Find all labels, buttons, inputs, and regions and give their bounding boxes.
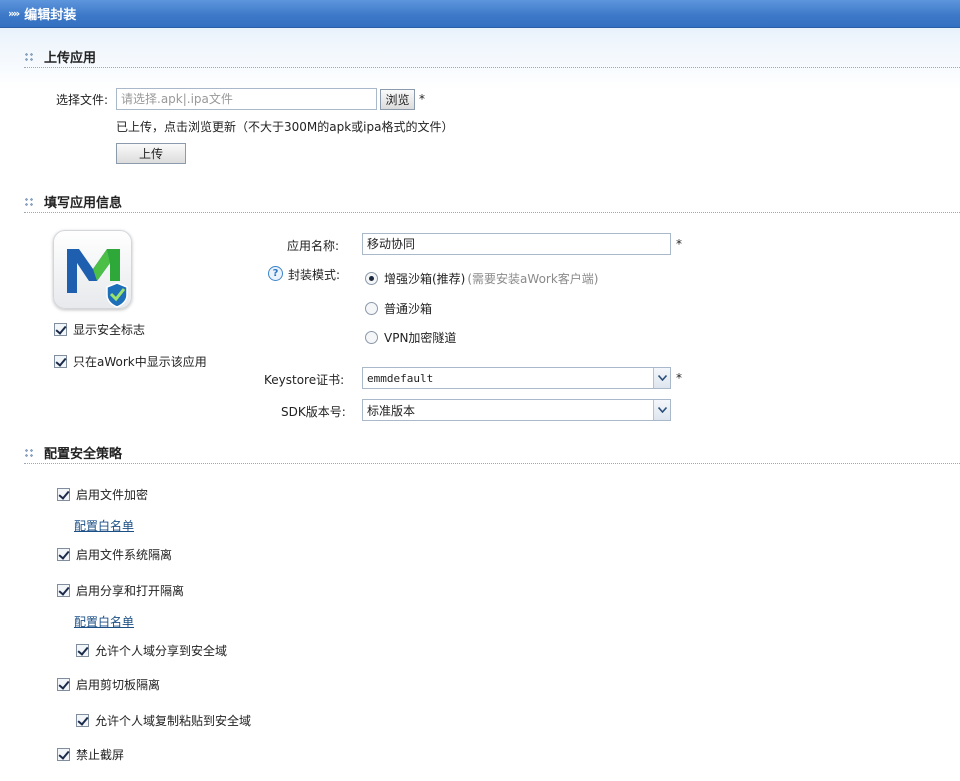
app-m-logo-icon xyxy=(53,230,132,309)
upload-status-text: 已上传，点击浏览更新（不大于300M的apk或ipa格式的文件） xyxy=(116,120,454,134)
browse-button[interactable]: 浏览 xyxy=(380,89,415,110)
file-input[interactable]: 请选择.apk|.ipa文件 xyxy=(116,88,377,110)
double-chevron-icon: »» xyxy=(8,7,20,20)
file-required-mark: * xyxy=(419,92,425,106)
mode-option-enhanced-sandbox[interactable]: 增强沙箱(推荐) (需要安装aWork客户端) xyxy=(365,270,598,287)
section-info-title: 填写应用信息 xyxy=(44,196,123,211)
app-name-input[interactable]: 移动协同 xyxy=(362,233,671,255)
allow-paste-checkbox[interactable] xyxy=(76,714,89,727)
allow-share-label: 允许个人域分享到安全域 xyxy=(95,644,228,658)
whitelist-link-encrypt[interactable]: 配置白名单 xyxy=(74,517,134,534)
allow-paste-label: 允许个人域复制粘贴到安全域 xyxy=(95,714,252,728)
app-name-label: 应用名称: xyxy=(287,239,340,253)
fs-isolation-option[interactable]: 启用文件系统隔离 xyxy=(57,546,172,563)
fs-isolation-label: 启用文件系统隔离 xyxy=(76,548,173,562)
section-grip-icon xyxy=(24,51,34,62)
sdk-version-select[interactable]: 标准版本 xyxy=(362,399,671,421)
mode-label-enhanced-sandbox: 增强沙箱(推荐) xyxy=(384,272,466,286)
window-titlebar: »» 编辑封装 xyxy=(0,0,960,28)
section-security-title: 配置安全策略 xyxy=(44,447,123,462)
share-isolation-label: 启用分享和打开隔离 xyxy=(76,584,185,598)
clipboard-isolation-checkbox[interactable] xyxy=(57,678,70,691)
keystore-selected-value: emmdefault xyxy=(367,371,434,385)
section-upload-title: 上传应用 xyxy=(44,51,97,66)
mode-radio-normal-sandbox[interactable] xyxy=(365,302,378,315)
whitelist-link-share[interactable]: 配置白名单 xyxy=(74,613,134,630)
section-security-header: 配置安全策略 xyxy=(24,442,960,464)
share-isolation-option[interactable]: 启用分享和打开隔离 xyxy=(57,582,184,599)
section-grip-icon xyxy=(24,447,34,458)
chevron-down-icon[interactable] xyxy=(653,400,670,420)
help-icon[interactable]: ? xyxy=(268,266,283,281)
show-security-badge-option[interactable]: 显示安全标志 xyxy=(54,321,145,338)
mode-hint-enhanced-sandbox: (需要安装aWork客户端) xyxy=(467,272,599,286)
package-mode-label: 封装模式: xyxy=(288,268,341,282)
file-encrypt-checkbox[interactable] xyxy=(57,488,70,501)
chevron-down-icon[interactable] xyxy=(653,368,670,388)
show-only-in-awork-label: 只在aWork中显示该应用 xyxy=(73,355,207,369)
keystore-label: Keystore证书: xyxy=(264,373,345,387)
upload-button[interactable]: 上传 xyxy=(116,143,186,164)
file-encrypt-label: 启用文件加密 xyxy=(76,488,149,502)
mode-radio-enhanced-sandbox[interactable] xyxy=(365,272,378,285)
sdk-version-selected-value: 标准版本 xyxy=(367,403,416,418)
app-name-required-mark: * xyxy=(676,237,682,251)
mode-option-vpn-tunnel[interactable]: VPN加密隧道 xyxy=(365,329,456,346)
fs-isolation-checkbox[interactable] xyxy=(57,548,70,561)
allow-paste-option[interactable]: 允许个人域复制粘贴到安全域 xyxy=(76,712,251,729)
sdk-version-label: SDK版本号: xyxy=(281,405,346,419)
allow-share-option[interactable]: 允许个人域分享到安全域 xyxy=(76,642,227,659)
file-label: 选择文件: xyxy=(56,93,109,107)
mode-radio-vpn-tunnel[interactable] xyxy=(365,331,378,344)
window-title: 编辑封装 xyxy=(24,8,77,23)
mode-option-normal-sandbox[interactable]: 普通沙箱 xyxy=(365,300,432,317)
no-screenshot-checkbox[interactable] xyxy=(57,748,70,761)
file-encrypt-option[interactable]: 启用文件加密 xyxy=(57,486,148,503)
show-only-in-awork-checkbox[interactable] xyxy=(54,355,67,368)
section-grip-icon xyxy=(24,196,34,207)
mode-label-normal-sandbox: 普通沙箱 xyxy=(384,302,433,316)
clipboard-isolation-label: 启用剪切板隔离 xyxy=(76,678,161,692)
share-isolation-checkbox[interactable] xyxy=(57,584,70,597)
section-info-header: 填写应用信息 xyxy=(24,191,960,213)
clipboard-isolation-option[interactable]: 启用剪切板隔离 xyxy=(57,676,160,693)
mode-label-vpn-tunnel: VPN加密隧道 xyxy=(384,331,457,345)
keystore-select[interactable]: emmdefault xyxy=(362,367,671,389)
allow-share-checkbox[interactable] xyxy=(76,644,89,657)
show-only-in-awork-option[interactable]: 只在aWork中显示该应用 xyxy=(54,353,207,370)
no-screenshot-option[interactable]: 禁止截屏 xyxy=(57,746,124,763)
show-security-badge-checkbox[interactable] xyxy=(54,323,67,336)
show-security-badge-label: 显示安全标志 xyxy=(73,323,146,337)
keystore-required-mark: * xyxy=(676,371,682,385)
section-upload-header: 上传应用 xyxy=(24,46,960,68)
no-screenshot-label: 禁止截屏 xyxy=(76,748,125,762)
